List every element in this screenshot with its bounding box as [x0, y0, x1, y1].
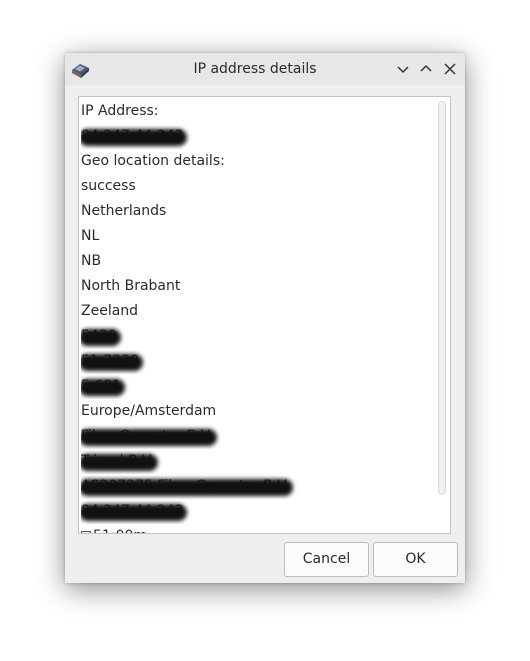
detail-line: 51.7330 — [81, 349, 436, 374]
detail-line: 5.681 — [81, 374, 436, 399]
redacted-value: 84.247.44.243 — [81, 499, 183, 524]
detail-text: NL — [81, 228, 100, 244]
redacted-value: 5.681 — [81, 374, 121, 399]
cancel-button[interactable]: Cancel — [284, 542, 369, 577]
ok-button[interactable]: OK — [373, 542, 458, 577]
detail-line: NB — [81, 249, 436, 274]
detail-line: Europe/Amsterdam — [81, 399, 436, 424]
detail-line: Fiber Operator B.V. — [81, 424, 436, 449]
redacted-value: 84.247.44.243 — [81, 124, 183, 149]
detail-line: AS207375 Fiber Operator B.V. — [81, 474, 436, 499]
redacted-value: 51.7330 — [81, 349, 139, 374]
detail-line: Netherlands — [81, 199, 436, 224]
detail-text: Europe/Amsterdam — [81, 403, 217, 419]
window-title: IP address details — [193, 61, 317, 77]
redacted-value: 5430 — [81, 324, 117, 349]
details-lines: IP Address: 84.247.44.243 Geo location det… — [81, 99, 436, 533]
detail-text: success — [81, 178, 136, 194]
minimize-icon[interactable] — [393, 59, 413, 79]
detail-text: NB — [81, 253, 102, 269]
detail-line: North Brabant — [81, 274, 436, 299]
detail-line: success — [81, 174, 436, 199]
detail-text: North Brabant — [81, 278, 181, 294]
detail-line: IP Address: — [81, 99, 436, 124]
clock-icon — [81, 531, 91, 533]
close-icon[interactable] — [440, 59, 460, 79]
app-icon — [69, 58, 91, 80]
detail-text: Geo location details: — [81, 153, 225, 169]
redacted-value: Fiber Operator B.V. — [81, 424, 213, 449]
detail-text: Netherlands — [81, 203, 167, 219]
detail-line: 84.247.44.243 — [81, 124, 436, 149]
detail-line: 51:00m — [81, 524, 436, 533]
detail-line: NL — [81, 224, 436, 249]
detail-line: Zeeland — [81, 299, 436, 324]
detail-text: Zeeland — [81, 303, 139, 319]
maximize-icon[interactable] — [416, 59, 436, 79]
detail-text: 51:00m — [93, 528, 147, 533]
details-text-area[interactable]: IP Address: 84.247.44.243 Geo location det… — [78, 96, 451, 534]
title-bar[interactable]: IP address details — [65, 53, 465, 85]
detail-line: Trined B.V. — [81, 449, 436, 474]
ip-details-dialog: IP address details IP Address: 84.247.44.… — [65, 53, 465, 583]
detail-line: 5430 — [81, 324, 436, 349]
vertical-scrollbar[interactable] — [438, 101, 446, 495]
redacted-value: AS207375 Fiber Operator B.V. — [81, 474, 289, 499]
detail-line: 84.247.44.243 — [81, 499, 436, 524]
redacted-value: Trined B.V. — [81, 449, 154, 474]
detail-text: IP Address: — [81, 103, 159, 119]
detail-line: Geo location details: — [81, 149, 436, 174]
